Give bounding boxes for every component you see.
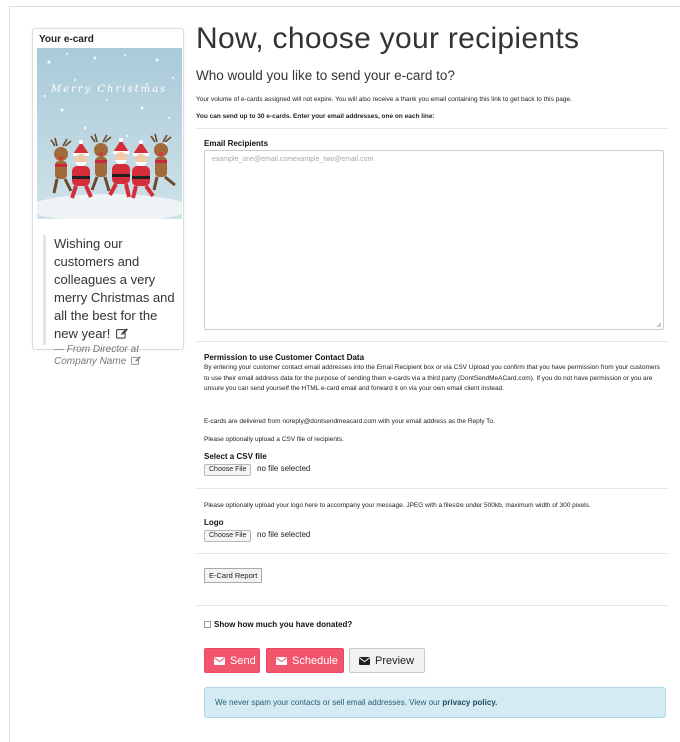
- ecard-message-block: Wishing our customers and colleagues a v…: [43, 235, 181, 367]
- christmas-illustration: Merry Christmas: [37, 48, 182, 219]
- expiry-info: Your volume of e-cards assigned will not…: [196, 96, 572, 103]
- send-button[interactable]: Send: [204, 648, 260, 673]
- ecard-title: Your e-card: [39, 34, 94, 45]
- delivery-text: E-cards are delivered from noreply@donts…: [204, 418, 495, 425]
- limit-info: You can send up to 30 e-cards. Enter you…: [196, 113, 435, 120]
- envelope-icon: [359, 657, 370, 665]
- email-recipients-input[interactable]: example_one@email.comexample_two@email.c…: [204, 150, 664, 330]
- ecard-image: Merry Christmas: [37, 48, 182, 219]
- resize-handle-icon[interactable]: [656, 322, 662, 328]
- send-label: Send: [230, 655, 256, 667]
- logo-prompt: Please optionally upload your logo here …: [204, 502, 591, 509]
- ecard-image-text: Merry Christmas: [50, 84, 167, 95]
- csv-prompt: Please optionally upload a CSV file of r…: [204, 436, 344, 443]
- divider: [196, 488, 668, 489]
- csv-choose-file-button[interactable]: Choose File: [204, 464, 252, 476]
- divider: [196, 553, 668, 554]
- ecard-message: Wishing our customers and colleagues a v…: [54, 235, 181, 343]
- page-subtitle: Who would you like to send your e-card t…: [196, 68, 455, 83]
- ecard-message-text: Wishing our customers and colleagues a v…: [54, 236, 175, 341]
- recipients-label: Email Recipients: [204, 139, 269, 148]
- page-title: Now, choose your recipients: [196, 22, 580, 55]
- schedule-button[interactable]: Schedule: [266, 648, 344, 673]
- edit-message-icon[interactable]: [116, 328, 128, 339]
- permission-text: By entering your customer contact email …: [204, 364, 660, 392]
- divider: [196, 128, 668, 129]
- divider: [196, 341, 668, 342]
- privacy-alert: We never spam your contacts or sell emai…: [204, 687, 666, 718]
- show-donated-label[interactable]: Show how much you have donated?: [214, 620, 352, 629]
- ecard-panel: Your e-card Merry Christmas Wishing our …: [32, 28, 184, 367]
- envelope-icon: [214, 657, 225, 665]
- ecard-from-text: — From Director at Company Name: [54, 344, 140, 367]
- preview-button[interactable]: Preview: [349, 648, 425, 673]
- csv-label: Select a CSV file: [204, 452, 267, 461]
- schedule-label: Schedule: [292, 655, 338, 667]
- envelope-icon: [276, 657, 287, 665]
- logo-label: Logo: [204, 518, 224, 527]
- privacy-alert-text: We never spam your contacts or sell emai…: [215, 698, 443, 707]
- show-donated-checkbox[interactable]: [204, 621, 211, 628]
- logo-file-status: no file selected: [257, 530, 311, 539]
- edit-from-icon[interactable]: [131, 356, 141, 365]
- ecard-from: — From Director at Company Name: [54, 344, 181, 368]
- permission-heading: Permission to use Customer Contact Data: [204, 353, 365, 362]
- ecard-report-button[interactable]: E-Card Report: [204, 568, 263, 583]
- privacy-policy-link[interactable]: privacy policy.: [442, 698, 497, 707]
- preview-label: Preview: [375, 655, 415, 667]
- divider: [196, 605, 668, 606]
- recipients-placeholder: example_one@email.comexample_two@email.c…: [212, 156, 374, 163]
- logo-choose-file-button[interactable]: Choose File: [204, 530, 252, 542]
- csv-file-status: no file selected: [257, 464, 311, 473]
